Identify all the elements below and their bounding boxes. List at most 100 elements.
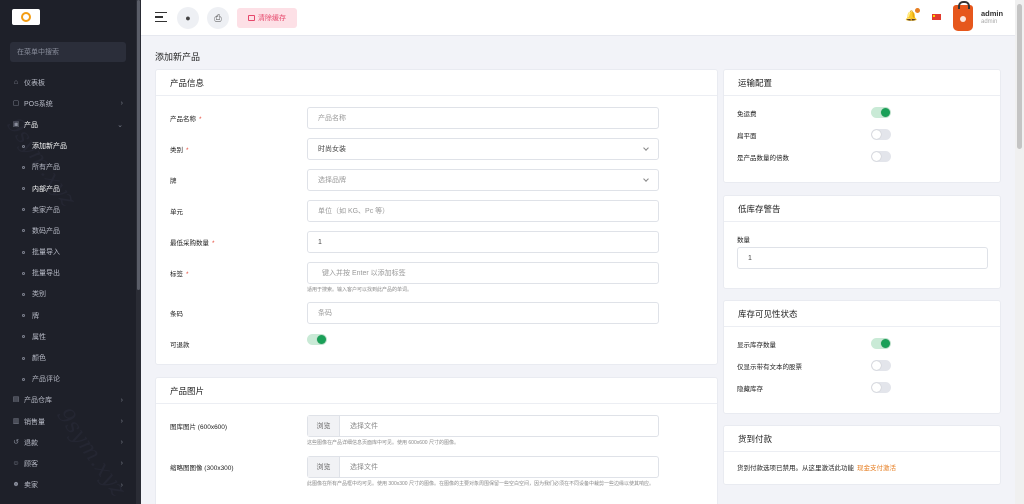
brand-select[interactable]: 选择品牌 bbox=[307, 169, 659, 191]
sidebar-subitem[interactable]: 内部产品 bbox=[0, 178, 136, 199]
sidebar-subitem[interactable]: 属性 bbox=[0, 326, 136, 347]
sidebar-item-label: 批量导入 bbox=[32, 249, 60, 257]
clear-cache-button[interactable]: 清除缓存 bbox=[237, 8, 297, 28]
gallery-file-input[interactable]: 浏览 选择文件 bbox=[307, 415, 659, 437]
tags-input[interactable]: 键入并按 Enter 以添加标签 bbox=[307, 262, 659, 284]
bullet-icon bbox=[22, 377, 25, 381]
top-header: ● ⎙ 清除缓存 🔔 admin admin bbox=[141, 0, 1015, 36]
globe-icon[interactable]: ● bbox=[177, 7, 199, 29]
cod-text: 货到付款选项已禁用。从这里激活此功能 现金支付激活 bbox=[737, 465, 896, 472]
shipping-card: 运输配置 免运费 扁平面 是产品数量的倍数 bbox=[723, 69, 1001, 183]
logo-bar bbox=[0, 0, 136, 34]
bullet-icon bbox=[22, 208, 25, 212]
text-only-toggle[interactable] bbox=[871, 360, 891, 371]
sidebar-item-label: 颜色 bbox=[32, 355, 46, 363]
sidebar-item-label: 产品 bbox=[24, 121, 38, 129]
flat-rate-label: 扁平面 bbox=[737, 133, 757, 140]
sidebar-subitem[interactable]: 数码产品 bbox=[0, 220, 136, 241]
sidebar-item[interactable]: ☻ 卖家 › bbox=[0, 475, 136, 496]
gallery-label: 图库图片 (600x600) bbox=[170, 424, 228, 431]
sales-icon: ▥ bbox=[12, 417, 20, 425]
sidebar-subitem[interactable]: 添加新产品 bbox=[0, 136, 136, 157]
sidebar-item[interactable]: ⌂ 仪表板 bbox=[0, 72, 136, 93]
sidebar-item[interactable]: ▤ 产品仓库 › bbox=[0, 390, 136, 411]
thumbnail-row: 缩略图图像 (300x300) 浏览 选择文件 此图像在所有产品框中均可见。使用… bbox=[170, 456, 677, 487]
sidebar-scrollbar[interactable] bbox=[136, 0, 141, 504]
bullet-icon bbox=[22, 271, 25, 275]
sidebar-item[interactable]: ▢ POS系统 › bbox=[0, 93, 136, 114]
product-name-input[interactable]: 产品名称 bbox=[307, 107, 659, 129]
thumbnail-choose-file: 选择文件 bbox=[350, 464, 378, 471]
show-qty-toggle[interactable] bbox=[871, 338, 891, 349]
sidebar-subitem[interactable]: 产品评论 bbox=[0, 369, 136, 390]
bullet-icon bbox=[22, 335, 25, 339]
warehouse-icon: ▤ bbox=[12, 396, 20, 404]
min-qty-row: 最低采购数量 * 1 bbox=[170, 231, 677, 255]
low-stock-qty-input[interactable]: 1 bbox=[737, 247, 988, 269]
chevron-right-icon: › bbox=[120, 100, 123, 108]
gallery-browse-button[interactable]: 浏览 bbox=[308, 416, 340, 436]
barcode-input[interactable]: 条码 bbox=[307, 302, 659, 324]
product-info-card: 产品信息 产品名称 * 产品名称 类别 * 时尚女装 牌 选择品牌 单元 单位（如 … bbox=[155, 69, 718, 365]
refundable-label: 可退款 bbox=[170, 342, 190, 349]
menu-search-input[interactable]: 在菜单中搜索 bbox=[10, 42, 126, 62]
category-label: 类别 * bbox=[170, 147, 189, 154]
trash-icon bbox=[248, 15, 255, 21]
cod-activate-link[interactable]: 现金支付激活 bbox=[857, 465, 896, 472]
thumbnail-hint: 此图像在所有产品框中均可见。使用 300x300 尺寸的图像。在图像的主要对象周… bbox=[307, 481, 654, 487]
unit-row: 单元 单位（如 KG、Pc 等） bbox=[170, 200, 677, 224]
sidebar-item-label: 销售量 bbox=[24, 418, 45, 426]
qty-multiply-toggle[interactable] bbox=[871, 151, 891, 162]
sidebar-item-label: 批量导出 bbox=[32, 270, 60, 278]
sidebar-item[interactable]: ▥ 销售量 › bbox=[0, 411, 136, 432]
qty-multiply-label: 是产品数量的倍数 bbox=[737, 155, 789, 162]
printer-icon[interactable]: ⎙ bbox=[207, 7, 229, 29]
sidebar-subitem[interactable]: 所有产品 bbox=[0, 157, 136, 178]
sidebar-item[interactable]: ▣ 产品 ⌄ bbox=[0, 114, 136, 135]
sidebar-item-label: 产品仓库 bbox=[24, 397, 52, 405]
low-stock-card: 低库存警告 数量 1 bbox=[723, 195, 1001, 289]
sidebar-item-label: 数码产品 bbox=[32, 227, 60, 235]
bullet-icon bbox=[22, 292, 25, 296]
thumbnail-browse-button[interactable]: 浏览 bbox=[308, 457, 340, 477]
sidebar-subitem[interactable]: 批量导出 bbox=[0, 263, 136, 284]
shipping-title: 运输配置 bbox=[724, 70, 1000, 96]
tags-row: 标签 * 键入并按 Enter 以添加标签 适用于搜索。输入客户可以找到此产品的单… bbox=[170, 262, 677, 293]
sidebar-item[interactable]: ☺ 顾客 › bbox=[0, 453, 136, 474]
thumbnail-file-input[interactable]: 浏览 选择文件 bbox=[307, 456, 659, 478]
flat-rate-toggle[interactable] bbox=[871, 129, 891, 140]
menu-toggle-icon[interactable] bbox=[155, 12, 167, 23]
menu-search-placeholder: 在菜单中搜索 bbox=[17, 49, 59, 56]
refundable-row: 可退款 bbox=[170, 333, 677, 357]
sidebar-item[interactable]: ↺ 退款 › bbox=[0, 432, 136, 453]
refund-icon: ↺ bbox=[13, 438, 19, 446]
sidebar-item-label: 牌 bbox=[32, 312, 39, 320]
sidebar-subitem[interactable]: 牌 bbox=[0, 305, 136, 326]
user-name[interactable]: admin bbox=[981, 9, 1003, 18]
free-shipping-toggle[interactable] bbox=[871, 107, 891, 118]
tags-label: 标签 * bbox=[170, 271, 189, 278]
avatar[interactable] bbox=[953, 1, 973, 31]
page-scrollbar[interactable] bbox=[1015, 0, 1024, 504]
sidebar-subitem[interactable]: 颜色 bbox=[0, 347, 136, 368]
chevron-down-icon: ⌄ bbox=[117, 121, 123, 129]
sidebar-subitem[interactable]: 批量导入 bbox=[0, 242, 136, 263]
gallery-row: 图库图片 (600x600) 浏览 选择文件 这些图像在产品详细信息页面库中可见… bbox=[170, 415, 677, 446]
bullet-icon bbox=[22, 229, 25, 233]
category-select[interactable]: 时尚女装 bbox=[307, 138, 659, 160]
sidebar: 在菜单中搜索 ⌂ 仪表板 ▢ POS系统 › ▣ 产品 ⌄ 添加新产品 所有产品 内部产品 卖家产品数… bbox=[0, 0, 136, 504]
logo[interactable] bbox=[12, 9, 40, 25]
hide-stock-toggle[interactable] bbox=[871, 382, 891, 393]
notification-bell-icon[interactable]: 🔔 bbox=[905, 8, 921, 22]
min-qty-input[interactable]: 1 bbox=[307, 231, 659, 253]
min-qty-label: 最低采购数量 * bbox=[170, 240, 215, 247]
language-flag-icon[interactable] bbox=[932, 14, 941, 20]
refundable-toggle[interactable] bbox=[307, 334, 327, 345]
bullet-icon bbox=[22, 187, 25, 191]
sidebar-item-label: POS系统 bbox=[24, 100, 53, 108]
sidebar-subitem[interactable]: 类别 bbox=[0, 284, 136, 305]
unit-input[interactable]: 单位（如 KG、Pc 等） bbox=[307, 200, 659, 222]
product-images-card: 产品图片 图库图片 (600x600) 浏览 选择文件 这些图像在产品详细信息页… bbox=[155, 377, 718, 504]
sidebar-subitem[interactable]: 卖家产品 bbox=[0, 199, 136, 220]
hide-stock-label: 隐藏库存 bbox=[737, 386, 763, 393]
